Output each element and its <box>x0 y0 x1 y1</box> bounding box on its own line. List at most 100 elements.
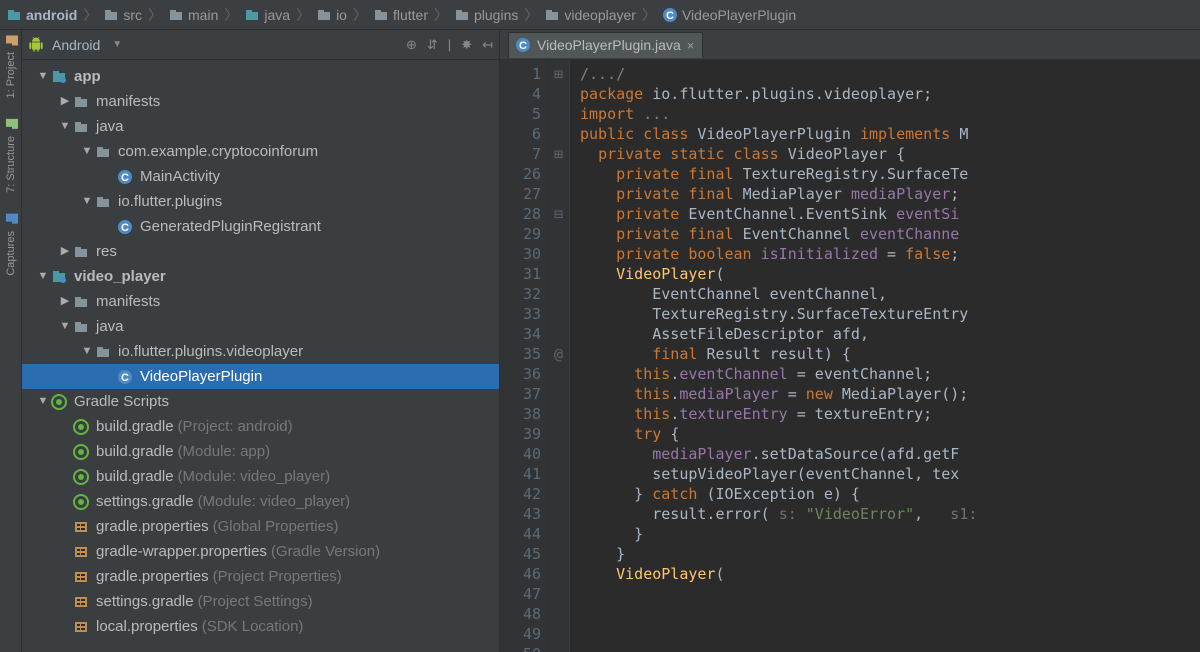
code-line[interactable]: try { <box>580 424 977 444</box>
code-line[interactable]: import ... <box>580 104 977 124</box>
breadcrumb-item[interactable]: CVideoPlayerPlugin <box>662 7 796 23</box>
code-text[interactable]: /.../package io.flutter.plugins.videopla… <box>570 60 977 652</box>
fold-mark[interactable] <box>548 544 569 564</box>
code-line[interactable]: } <box>580 544 977 564</box>
code-line[interactable]: setupVideoPlayer(eventChannel, tex <box>580 464 977 484</box>
tree-row[interactable]: ▶build.gradle(Module: video_player) <box>22 464 499 489</box>
tree-arrow-icon[interactable]: ▼ <box>80 139 94 164</box>
fold-mark[interactable] <box>548 324 569 344</box>
line-number[interactable]: 28 <box>500 204 541 224</box>
tree-row[interactable]: ▶gradle.properties(Project Properties) <box>22 564 499 589</box>
editor-tab-videoplayerplugin[interactable]: C VideoPlayerPlugin.java × <box>508 32 703 58</box>
fold-mark[interactable]: ⊟ <box>548 204 569 224</box>
line-number[interactable]: 35 <box>500 344 541 364</box>
line-number[interactable]: 36 <box>500 364 541 384</box>
tree-row[interactable]: ▼io.flutter.plugins <box>22 189 499 214</box>
line-number[interactable]: 37 <box>500 384 541 404</box>
tree-row[interactable]: ▼java <box>22 114 499 139</box>
gear-icon[interactable]: ✸ <box>461 37 472 53</box>
line-number[interactable]: 44 <box>500 524 541 544</box>
fold-mark[interactable]: ⊞ <box>548 144 569 164</box>
line-number[interactable]: 42 <box>500 484 541 504</box>
fold-mark[interactable] <box>548 124 569 144</box>
tree-row[interactable]: ▶res <box>22 239 499 264</box>
line-number[interactable]: 32 <box>500 284 541 304</box>
code-line[interactable]: private final TextureRegistry.SurfaceTe <box>580 164 977 184</box>
fold-mark[interactable] <box>548 464 569 484</box>
close-icon[interactable]: × <box>687 38 695 53</box>
code-line[interactable]: private final EventChannel eventChanne <box>580 224 977 244</box>
tree-row[interactable]: ▶settings.gradle(Project Settings) <box>22 589 499 614</box>
tree-row[interactable]: ▶CVideoPlayerPlugin <box>22 364 499 389</box>
fold-mark[interactable] <box>548 604 569 624</box>
line-number[interactable]: 39 <box>500 424 541 444</box>
tool-window-tab-captures[interactable]: Captures <box>4 213 18 276</box>
code-line[interactable]: private static class VideoPlayer { <box>580 144 977 164</box>
tree-row[interactable]: ▶gradle.properties(Global Properties) <box>22 514 499 539</box>
code-line[interactable]: /.../ <box>580 64 977 84</box>
fold-mark[interactable]: ⊞ <box>548 64 569 84</box>
tree-arrow-icon[interactable]: ▼ <box>36 264 50 289</box>
line-number[interactable]: 49 <box>500 624 541 644</box>
tree-row[interactable]: ▶gradle-wrapper.properties(Gradle Versio… <box>22 539 499 564</box>
line-number-gutter[interactable]: 1456726272829303132333435363738394041424… <box>500 60 548 652</box>
code-line[interactable]: private final MediaPlayer mediaPlayer; <box>580 184 977 204</box>
fold-mark[interactable] <box>548 644 569 652</box>
tree-arrow-icon[interactable]: ▶ <box>58 89 72 114</box>
fold-mark[interactable] <box>548 444 569 464</box>
tree-row[interactable]: ▶CMainActivity <box>22 164 499 189</box>
breadcrumb-item[interactable]: plugins <box>454 7 518 23</box>
scroll-from-source-icon[interactable]: ⊕ <box>406 37 417 53</box>
fold-mark[interactable] <box>548 504 569 524</box>
fold-mark[interactable] <box>548 304 569 324</box>
fold-mark[interactable] <box>548 524 569 544</box>
fold-gutter[interactable]: ⊞ ⊞ ⊟ @ <box>548 60 570 652</box>
tree-arrow-icon[interactable]: ▶ <box>58 289 72 314</box>
fold-mark[interactable] <box>548 84 569 104</box>
fold-mark[interactable] <box>548 284 569 304</box>
fold-mark[interactable] <box>548 164 569 184</box>
breadcrumb-item[interactable]: videoplayer <box>544 7 636 23</box>
code-line[interactable]: this.eventChannel = eventChannel; <box>580 364 977 384</box>
code-line[interactable]: final Result result) { <box>580 344 977 364</box>
code-line[interactable]: AssetFileDescriptor afd, <box>580 324 977 344</box>
tree-arrow-icon[interactable]: ▼ <box>58 314 72 339</box>
line-number[interactable]: 1 <box>500 64 541 84</box>
chevron-down-icon[interactable]: ▼ <box>112 39 122 50</box>
fold-mark[interactable] <box>548 424 569 444</box>
line-number[interactable]: 31 <box>500 264 541 284</box>
line-number[interactable]: 34 <box>500 324 541 344</box>
tree-arrow-icon[interactable]: ▶ <box>58 239 72 264</box>
line-number[interactable]: 27 <box>500 184 541 204</box>
breadcrumb-item[interactable]: main <box>168 7 218 23</box>
line-number[interactable]: 4 <box>500 84 541 104</box>
tree-row[interactable]: ▼io.flutter.plugins.videoplayer <box>22 339 499 364</box>
fold-mark[interactable] <box>548 244 569 264</box>
fold-mark[interactable] <box>548 624 569 644</box>
code-line[interactable]: VideoPlayer( <box>580 264 977 284</box>
code-line[interactable]: public class VideoPlayerPlugin implement… <box>580 124 977 144</box>
code-line[interactable]: VideoPlayer( <box>580 564 977 584</box>
breadcrumb-item[interactable]: src <box>103 7 142 23</box>
breadcrumb-item[interactable]: android <box>6 7 77 23</box>
fold-mark[interactable] <box>548 404 569 424</box>
fold-mark[interactable] <box>548 104 569 124</box>
tree-row[interactable]: ▼app <box>22 64 499 89</box>
tree-row[interactable]: ▼com.example.cryptocoinforum <box>22 139 499 164</box>
fold-mark[interactable] <box>548 264 569 284</box>
tree-row[interactable]: ▼Gradle Scripts <box>22 389 499 414</box>
tool-window-tab-project[interactable]: 1: Project <box>4 34 18 98</box>
tree-arrow-icon[interactable]: ▼ <box>80 189 94 214</box>
tree-row[interactable]: ▶manifests <box>22 89 499 114</box>
project-view-selector[interactable]: Android <box>52 37 100 53</box>
tree-row[interactable]: ▶CGeneratedPluginRegistrant <box>22 214 499 239</box>
fold-mark[interactable] <box>548 484 569 504</box>
tree-arrow-icon[interactable]: ▼ <box>36 389 50 414</box>
code-line[interactable]: this.textureEntry = textureEntry; <box>580 404 977 424</box>
tree-row[interactable]: ▶local.properties(SDK Location) <box>22 614 499 639</box>
line-number[interactable]: 33 <box>500 304 541 324</box>
code-line[interactable]: private EventChannel.EventSink eventSi <box>580 204 977 224</box>
tree-row[interactable]: ▶settings.gradle(Module: video_player) <box>22 489 499 514</box>
code-line[interactable]: private boolean isInitialized = false; <box>580 244 977 264</box>
hide-icon[interactable]: ↤ <box>482 37 493 53</box>
